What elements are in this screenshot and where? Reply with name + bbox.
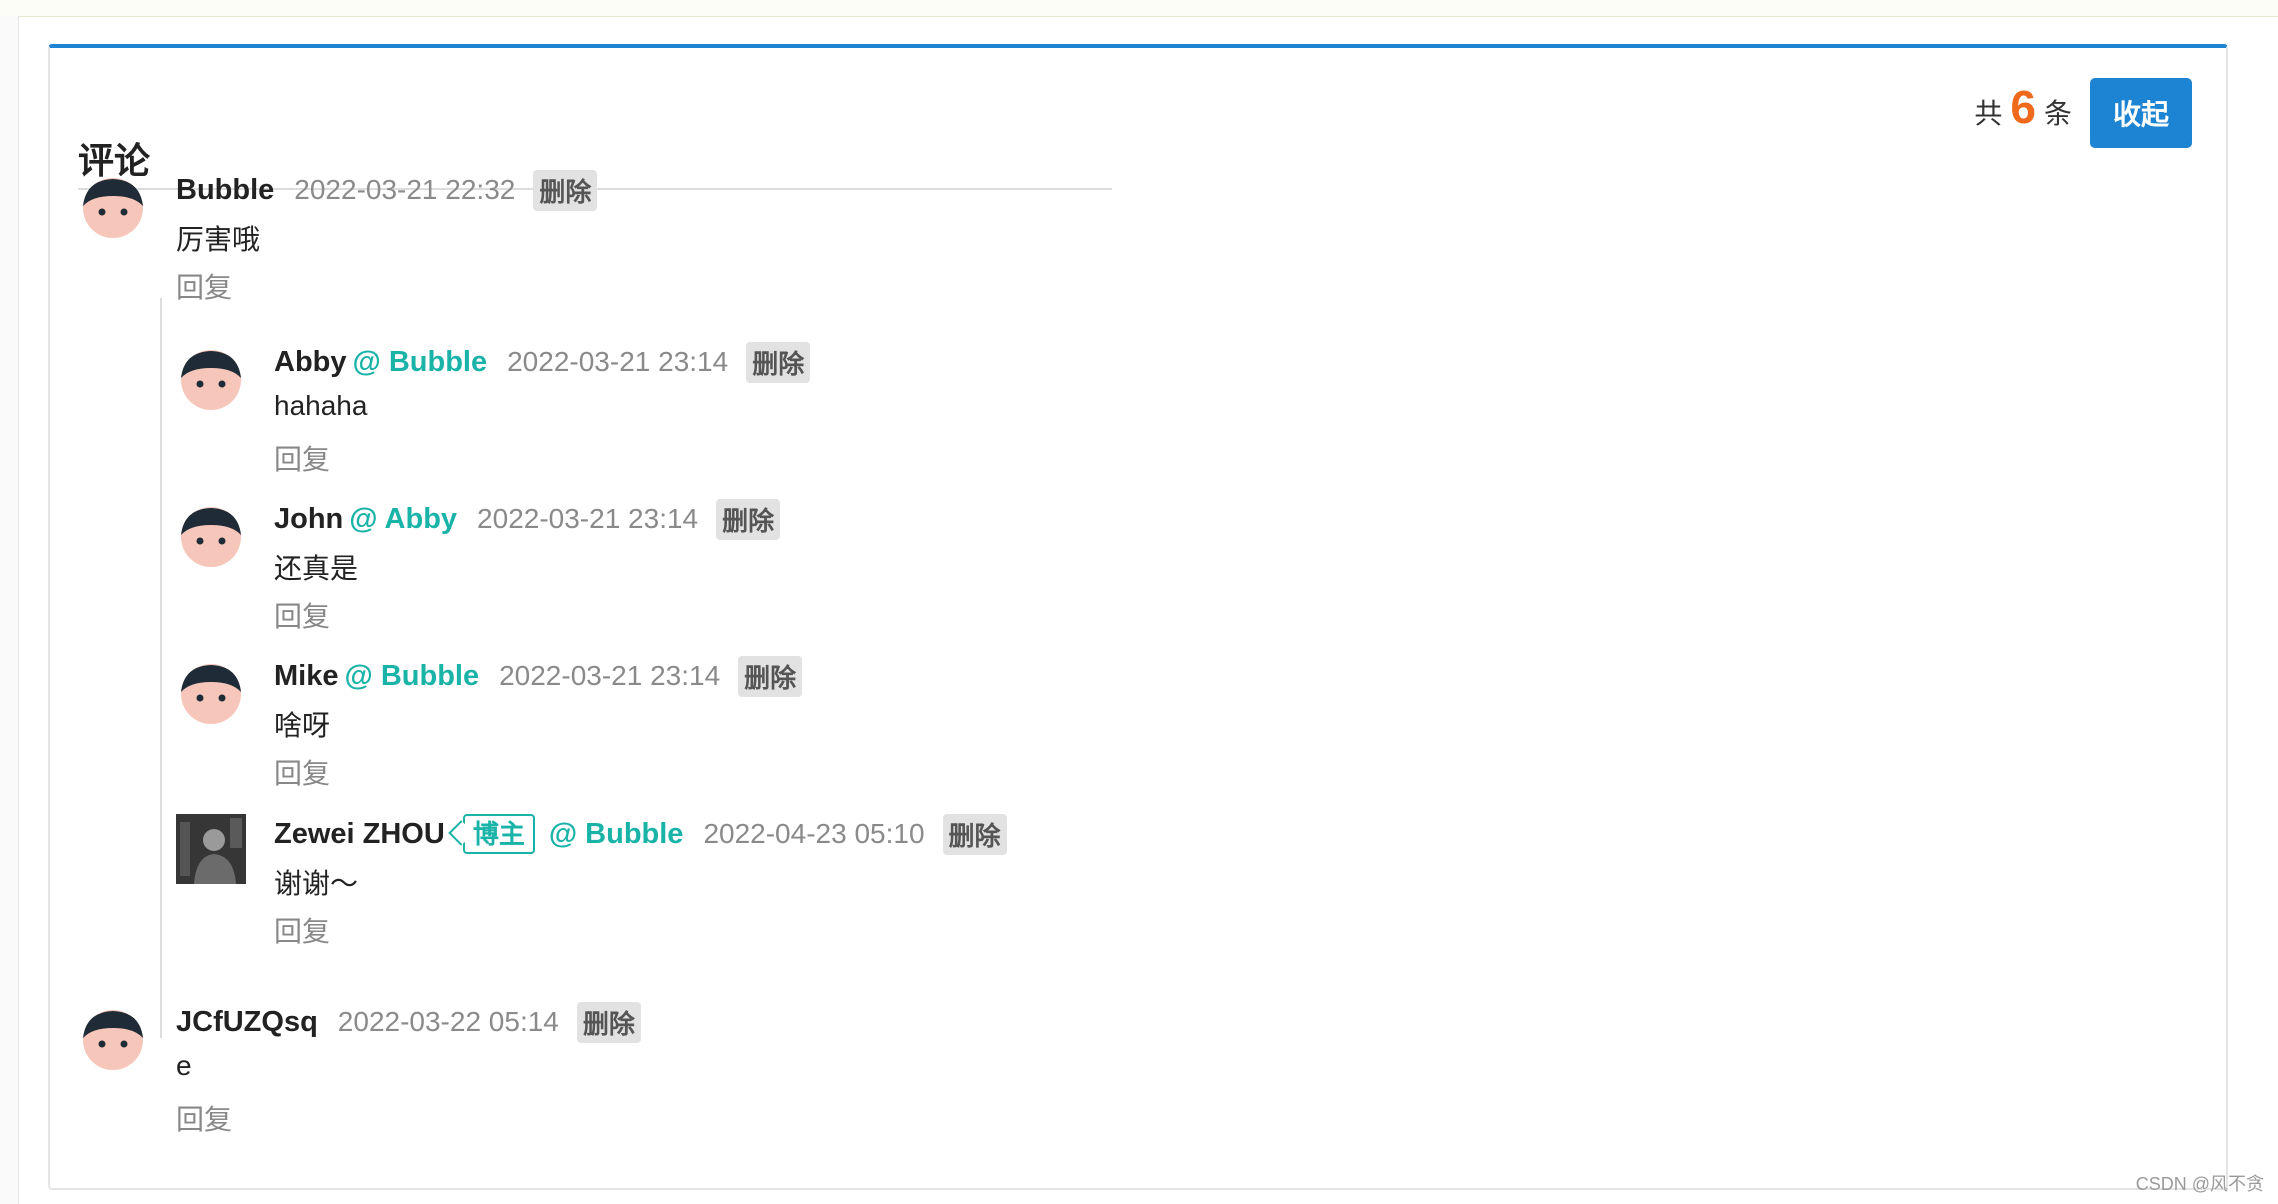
comment-panel: 评论 共 6 条 收起 Bubble 2022-03-21 22:32 删除 厉… [48,44,2228,1190]
comment-author[interactable]: JCfUZQsq [176,1006,318,1039]
comment-author[interactable]: Bubble [176,174,274,207]
comment-text: hahaha [274,390,368,421]
reply-to-mention[interactable]: @ Abby [349,503,457,536]
cartoon-face-icon [181,350,241,410]
cartoon-face-icon [181,507,241,567]
thread-line [160,298,162,1038]
comment-meta: JCfUZQsq 2022-03-22 05:14 删除 [176,1001,641,1043]
cartoon-face-icon [83,178,143,238]
reply-to-mention[interactable]: @ Bubble [353,346,488,379]
cartoon-face-icon [181,664,241,724]
reply-button[interactable]: 回复 [274,595,330,635]
comment-time: 2022-03-21 23:14 [507,346,729,377]
reply-to-mention[interactable]: @ Bubble [549,818,684,851]
top-strip [0,0,2278,17]
reply-button[interactable]: 回复 [274,438,330,478]
comment-count: 共 6 条 [1974,80,2072,134]
author-badge: 博主 [462,814,535,854]
watermark: CSDN @风不贪 [2135,1174,2264,1194]
comment-text: 谢谢～ [274,868,359,899]
comment-author[interactable]: Abby [274,346,347,379]
count-suffix: 条 [2043,98,2072,129]
comment-time: 2022-03-21 23:14 [477,503,699,534]
comment-time: 2022-03-21 23:14 [499,660,721,691]
comment-meta: Zewei ZHOU 博主 @ Bubble 2022-04-23 05:10 … [274,813,1007,855]
count-number: 6 [2010,81,2036,133]
comment-meta: John @ Abby 2022-03-21 23:14 删除 [274,498,781,540]
count-prefix: 共 [1974,98,2003,129]
left-edge [0,16,19,1204]
comment-author[interactable]: Zewei ZHOU [274,818,445,851]
reply-button[interactable]: 回复 [274,910,330,950]
delete-button[interactable]: 删除 [942,813,1007,855]
reply-button[interactable]: 回复 [274,752,330,792]
comment-time: 2022-03-21 22:32 [294,174,516,205]
delete-button[interactable]: 删除 [533,169,598,211]
comment-text: 啥呀 [274,710,331,741]
delete-button[interactable]: 删除 [738,655,803,697]
comment-meta: Bubble 2022-03-21 22:32 删除 [176,169,598,211]
comment-author[interactable]: John [274,503,343,536]
comment-text: 厉害哦 [176,224,261,255]
photo-avatar [176,814,246,884]
collapse-button[interactable]: 收起 [2090,78,2192,148]
comment-author[interactable]: Mike [274,660,338,693]
comment-text: e [176,1050,192,1081]
comment-time: 2022-03-22 05:14 [337,1006,559,1037]
reply-button[interactable]: 回复 [176,1098,232,1138]
comment-meta: Mike @ Bubble 2022-03-21 23:14 删除 [274,655,803,697]
comment-time: 2022-04-23 05:10 [703,818,925,849]
reply-to-mention[interactable]: @ Bubble [344,660,479,693]
comment-text: 还真是 [274,553,359,584]
delete-button[interactable]: 删除 [716,498,781,540]
delete-button[interactable]: 删除 [576,1001,641,1043]
cartoon-face-icon [83,1010,143,1070]
reply-button[interactable]: 回复 [176,266,232,306]
comment-meta: Abby @ Bubble 2022-03-21 23:14 删除 [274,341,811,383]
delete-button[interactable]: 删除 [746,341,811,383]
